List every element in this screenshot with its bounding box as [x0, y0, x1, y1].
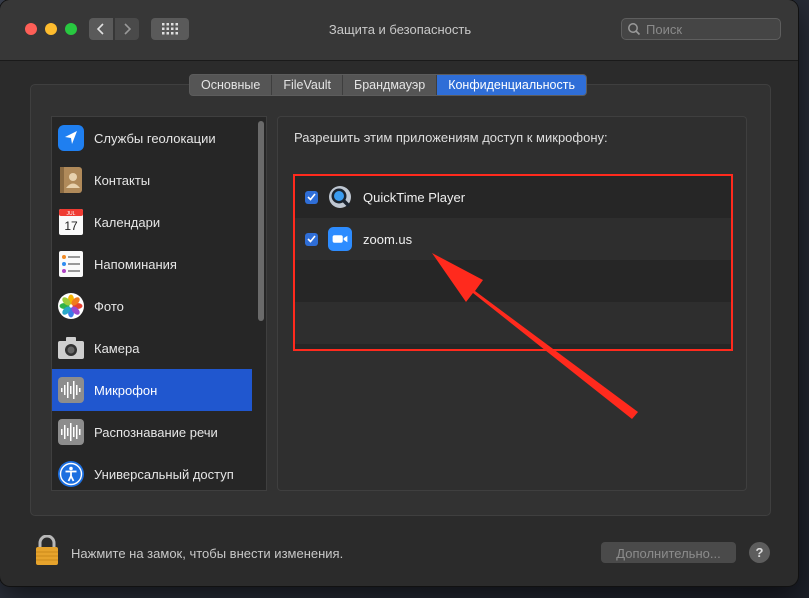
sidebar-item-speech-recognition[interactable]: Распознавание речи	[52, 411, 252, 453]
empty-row	[295, 260, 731, 302]
sidebar-item-label: Напоминания	[94, 256, 177, 272]
sidebar-item-label: Календари	[94, 214, 161, 230]
tab-filevault[interactable]: FileVault	[272, 75, 344, 95]
sidebar-item-location[interactable]: Службы геолокации	[52, 117, 252, 159]
speech-waveform-icon	[57, 418, 85, 446]
chevron-left-icon	[96, 23, 104, 35]
lock-icon[interactable]	[36, 534, 58, 565]
sidebar-item-accessibility[interactable]: Универсальный доступ	[52, 453, 252, 490]
tab-general[interactable]: Основные	[190, 75, 273, 95]
help-button[interactable]: ?	[749, 542, 770, 563]
advanced-button[interactable]: Дополнительно...	[601, 542, 736, 563]
preferences-window: Защита и безопасность Основные FileVault…	[0, 0, 798, 586]
sidebar-item-label: Службы геолокации	[94, 130, 216, 146]
tab-bar: Основные FileVault Брандмауэр Конфиденци…	[189, 74, 587, 96]
search-field[interactable]	[621, 18, 781, 40]
zoom-window-button[interactable]	[65, 23, 77, 35]
chevron-right-icon	[124, 23, 132, 35]
grid-icon	[162, 23, 178, 35]
sidebar-item-microphone[interactable]: Микрофон	[52, 369, 252, 411]
sidebar-item-label: Фото	[94, 298, 124, 314]
sidebar-item-camera[interactable]: Камера	[52, 327, 252, 369]
sidebar-item-contacts[interactable]: Контакты	[52, 159, 252, 201]
sidebar-item-calendars[interactable]: JUL 17 Календари	[52, 201, 252, 243]
forward-button[interactable]	[115, 18, 139, 40]
app-row-quicktime[interactable]: QuickTime Player	[295, 176, 731, 218]
sidebar-item-label: Распознавание речи	[94, 424, 218, 440]
lock-hint-text: Нажмите на замок, чтобы внести изменения…	[71, 546, 344, 561]
location-arrow-icon	[57, 124, 85, 152]
zoom-checkbox[interactable]	[305, 232, 318, 246]
checkmark-icon	[307, 235, 316, 243]
privacy-category-list[interactable]: Службы геолокации Контакты JUL 17 Календ…	[51, 116, 267, 491]
checkmark-icon	[307, 193, 316, 201]
calendar-icon: JUL 17	[57, 208, 85, 236]
app-permissions-table: QuickTime Player zoom.us	[293, 174, 733, 351]
show-all-button[interactable]	[151, 18, 189, 40]
permission-description: Разрешить этим приложениям доступ к микр…	[294, 130, 608, 145]
empty-row	[295, 302, 731, 344]
quicktime-checkbox[interactable]	[305, 190, 318, 204]
tab-privacy[interactable]: Конфиденциальность	[437, 75, 586, 95]
minimize-window-button[interactable]	[45, 23, 57, 35]
reminders-list-icon	[57, 250, 85, 278]
search-input[interactable]	[643, 21, 771, 37]
list-scroll-thumb[interactable]	[258, 121, 264, 321]
microphone-waveform-icon	[57, 376, 85, 404]
sidebar-item-label: Микрофон	[94, 382, 158, 398]
photos-flower-icon	[57, 292, 85, 320]
calendar-day-text: 17	[64, 219, 78, 233]
quicktime-icon	[328, 185, 352, 209]
accessibility-icon	[57, 460, 85, 488]
app-name: QuickTime Player	[363, 189, 466, 205]
calendar-month-text: JUL	[67, 211, 76, 217]
zoom-camera-icon	[328, 227, 352, 251]
search-icon	[627, 21, 643, 37]
sidebar-item-photos[interactable]: Фото	[52, 285, 252, 327]
contacts-book-icon	[57, 166, 85, 194]
app-row-zoom[interactable]: zoom.us	[295, 218, 731, 260]
title-bar: Защита и безопасность	[0, 0, 798, 61]
sidebar-item-label: Универсальный доступ	[94, 466, 234, 482]
tab-firewall[interactable]: Брандмауэр	[343, 75, 438, 95]
close-window-button[interactable]	[25, 23, 37, 35]
back-button[interactable]	[89, 18, 113, 40]
sidebar-item-label: Контакты	[94, 172, 151, 188]
window-title: Защита и безопасность	[328, 22, 472, 37]
camera-icon	[57, 334, 85, 362]
sidebar-item-reminders[interactable]: Напоминания	[52, 243, 252, 285]
app-name: zoom.us	[363, 231, 413, 247]
sidebar-item-label: Камера	[94, 340, 140, 356]
